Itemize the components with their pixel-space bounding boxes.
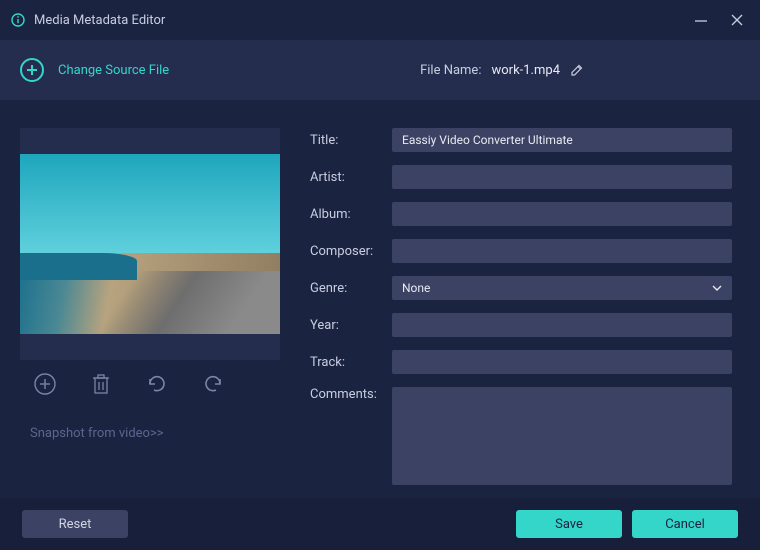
title-label: Title: [310, 133, 382, 148]
main-editor: Snapshot from video>> Title: Artist: Alb… [0, 100, 760, 498]
plus-circle-icon [20, 58, 44, 82]
preview-column: Snapshot from video>> [20, 128, 280, 498]
title-bar: Media Metadata Editor [0, 0, 760, 40]
comments-label: Comments: [310, 387, 382, 402]
year-label: Year: [310, 318, 382, 333]
fields-column: Title: Artist: Album: Composer: Genre: N… [310, 128, 732, 498]
reset-button[interactable]: Reset [22, 510, 128, 538]
chevron-down-icon [712, 285, 722, 291]
snapshot-from-video-link[interactable]: Snapshot from video>> [20, 426, 280, 441]
composer-label: Composer: [310, 244, 382, 259]
save-button[interactable]: Save [516, 510, 622, 538]
genre-value: None [402, 281, 430, 295]
album-input[interactable] [392, 202, 732, 226]
genre-label: Genre: [310, 281, 382, 296]
delete-thumbnail-button[interactable] [88, 371, 114, 397]
track-input[interactable] [392, 350, 732, 374]
source-bar: Change Source File File Name: work-1.mp4 [0, 40, 760, 100]
cancel-button[interactable]: Cancel [632, 510, 738, 538]
redo-button[interactable] [200, 371, 226, 397]
add-thumbnail-button[interactable] [32, 371, 58, 397]
year-input[interactable] [392, 313, 732, 337]
filename-group: File Name: work-1.mp4 [420, 63, 584, 78]
comments-input[interactable] [392, 387, 732, 485]
info-icon [10, 12, 26, 28]
thumbnail-toolbar [20, 360, 280, 408]
album-label: Album: [310, 207, 382, 222]
undo-button[interactable] [144, 371, 170, 397]
window-title: Media Metadata Editor [34, 13, 672, 28]
track-label: Track: [310, 355, 382, 370]
edit-filename-button[interactable] [570, 63, 584, 77]
composer-input[interactable] [392, 239, 732, 263]
artist-label: Artist: [310, 170, 382, 185]
title-input[interactable] [392, 128, 732, 152]
artist-input[interactable] [392, 165, 732, 189]
genre-select[interactable]: None [392, 276, 732, 300]
filename-label: File Name: [420, 63, 481, 78]
thumbnail-image [20, 154, 280, 334]
change-source-label: Change Source File [58, 63, 169, 78]
footer: Reset Save Cancel [0, 498, 760, 550]
close-button[interactable] [730, 13, 744, 27]
thumbnail-box [20, 128, 280, 360]
change-source-button[interactable]: Change Source File [20, 58, 169, 82]
filename-value: work-1.mp4 [491, 63, 560, 78]
minimize-button[interactable] [694, 13, 708, 27]
